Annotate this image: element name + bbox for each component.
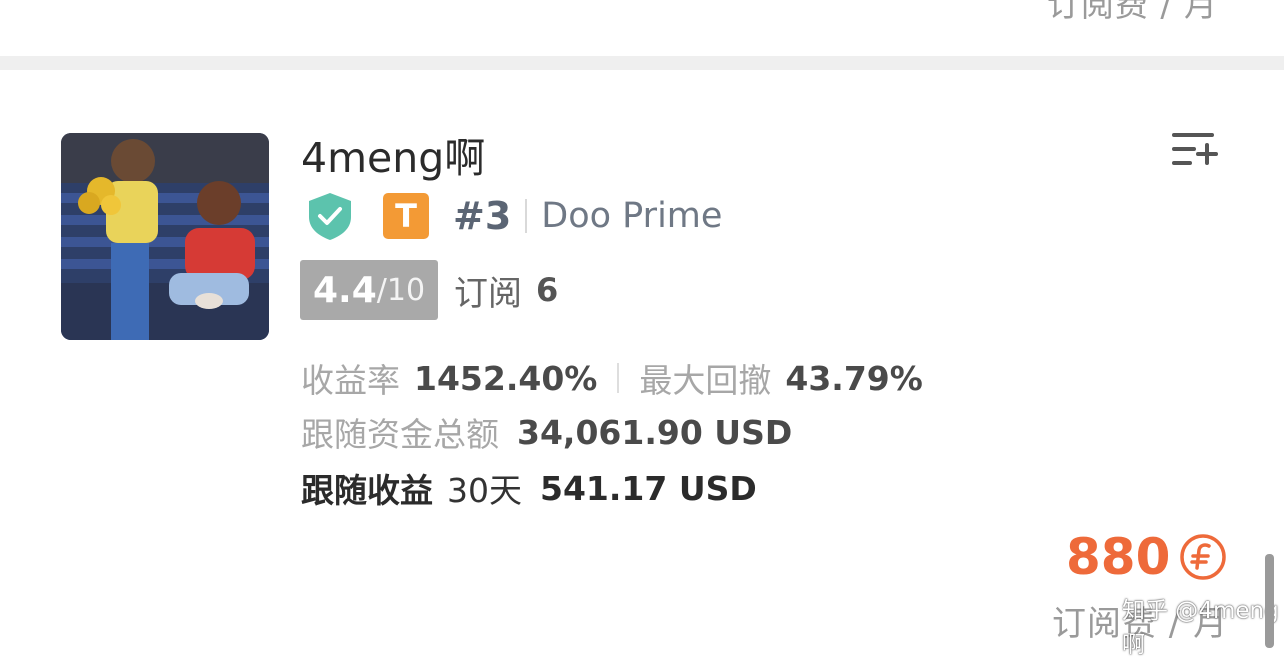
stats-row-funds: 跟随资金总额 34,061.90 USD xyxy=(301,408,792,456)
follow-funds-label: 跟随资金总额 xyxy=(301,415,499,454)
return-rate-label: 收益率 xyxy=(301,361,400,400)
follow-profit-period: 30天 xyxy=(447,471,522,510)
rating-row: 4.4/10 订阅 6 xyxy=(300,260,558,320)
watermark: 知乎 @4meng啊 xyxy=(1122,598,1279,658)
avatar[interactable] xyxy=(61,133,269,340)
badges-row: T #3 Doo Prime xyxy=(305,191,722,241)
broker-name: Doo Prime xyxy=(541,196,723,236)
price-amount: 880 xyxy=(1066,528,1171,586)
trader-card[interactable]: 4meng啊 T #3 Doo Prime 4.4/10 订阅 6 收益率 14… xyxy=(0,70,1284,658)
return-rate-value: 1452.40% xyxy=(414,358,598,398)
previous-price-unit: 订阅费 / 月 xyxy=(1046,0,1218,24)
tier-badge: T xyxy=(383,193,429,239)
playlist-add-icon[interactable] xyxy=(1170,130,1218,170)
subscriptions-label: 订阅 xyxy=(454,273,522,314)
stats-row-returns: 收益率 1452.40% 最大回撤 43.79% xyxy=(301,354,923,402)
separator xyxy=(525,199,528,233)
previous-card[interactable]: 订阅费 / 月 xyxy=(0,0,1284,56)
max-drawdown-value: 43.79% xyxy=(785,358,923,398)
trader-name[interactable]: 4meng啊 xyxy=(301,124,485,184)
separator xyxy=(617,363,620,393)
follow-funds-value: 34,061.90 USD xyxy=(517,412,793,452)
follow-profit-label: 跟随收益 xyxy=(301,471,433,510)
subscription-price[interactable]: 880 xyxy=(1066,528,1228,586)
rating-score: 4.4 xyxy=(312,269,377,311)
rating-badge: 4.4/10 xyxy=(300,260,438,320)
scrollbar[interactable] xyxy=(1265,554,1274,648)
shield-check-icon xyxy=(305,191,355,241)
follow-profit-value: 541.17 USD xyxy=(540,468,757,508)
rank-label: #3 xyxy=(453,194,512,238)
stats-row-profit: 跟随收益 30天 541.17 USD xyxy=(301,464,757,512)
max-drawdown-label: 最大回撤 xyxy=(639,361,772,400)
card-divider xyxy=(0,56,1284,70)
subscriptions-count: 6 xyxy=(536,271,559,309)
coin-currency-icon xyxy=(1178,532,1228,582)
rating-max: /10 xyxy=(376,272,426,308)
